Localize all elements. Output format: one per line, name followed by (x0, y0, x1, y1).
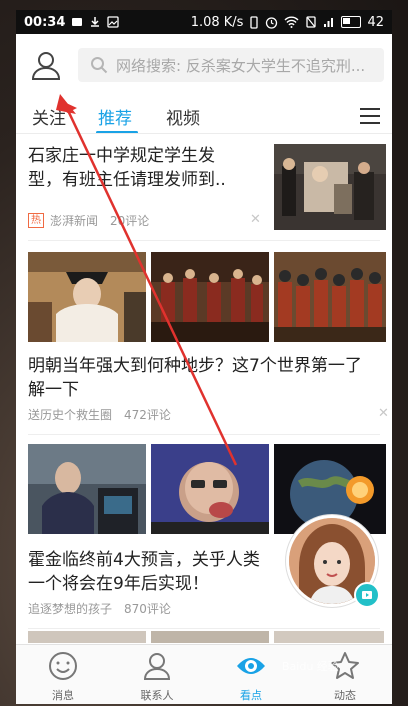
news-comments-2: 472评论 (124, 408, 171, 422)
nav-moments[interactable]: 动态 (298, 645, 392, 704)
search-placeholder: 网络搜索: 反杀案女大学生不追究刑... (116, 56, 366, 75)
feed-divider-1 (28, 240, 380, 241)
nav-contacts-label: 联系人 (140, 689, 174, 702)
nav-kandian-label: 看点 (240, 689, 262, 702)
news-title-1-line1: 石家庄一中学规定学生发 (28, 146, 215, 166)
news-thumbnail-1[interactable] (274, 144, 386, 230)
vibrate-icon (250, 15, 259, 29)
battery-icon (341, 16, 362, 28)
message-icon (72, 18, 83, 26)
hot-badge: 热 (28, 213, 44, 228)
search-icon (91, 57, 108, 74)
news-image-2a[interactable] (28, 252, 146, 342)
nav-messages-label: 消息 (52, 689, 74, 702)
hamburger-menu-icon[interactable] (360, 108, 380, 124)
tab-video[interactable]: 视频 (166, 104, 200, 129)
alarm-icon (266, 16, 278, 29)
status-bar: 00:34 1.08 K/s 42 (16, 10, 392, 34)
tab-recommend[interactable]: 推荐 (98, 104, 132, 129)
nav-messages[interactable]: 消息 (16, 645, 110, 704)
tab-follow[interactable]: 关注 (32, 104, 66, 129)
battery-level: 42 (367, 14, 384, 30)
search-input[interactable]: 网络搜索: 反杀案女大学生不追究刑... (78, 48, 384, 82)
download-icon (91, 17, 100, 27)
baidu-watermark: Baidu 经验 (282, 660, 339, 673)
wifi-icon (284, 16, 299, 28)
phone-screen: 00:34 1.08 K/s 42 网络搜索: 反杀案女大学生不追究刑... 关… (16, 10, 392, 704)
nav-kandian[interactable]: 看点 (204, 645, 298, 704)
bottom-navigation: 消息 联系人 看点 动态 (16, 644, 392, 704)
no-sim-icon (306, 16, 317, 28)
news-comments-1: 20评论 (110, 214, 150, 228)
news-image-2b[interactable] (151, 252, 269, 342)
news-image-3b[interactable] (151, 444, 269, 534)
news-title-2-line2: 解一下 (28, 380, 79, 400)
news-source-3[interactable]: 追逐梦想的孩子 (28, 600, 112, 617)
nav-moments-label: 动态 (334, 689, 356, 702)
feed-tabs: 关注 推荐 视频 (16, 100, 392, 134)
user-avatar-icon[interactable] (30, 49, 62, 81)
dismiss-icon-2[interactable]: ✕ (378, 406, 389, 421)
person-icon (143, 653, 171, 680)
news-image-3a[interactable] (28, 444, 146, 534)
feed-divider-2 (28, 434, 380, 435)
news-title-1[interactable]: 石家庄一中学规定学生发 型，有班主任请理发师到.. (28, 144, 268, 192)
news-meta-1: 热 澎湃新闻 20评论 (28, 212, 149, 229)
next-item-preview (28, 631, 384, 643)
news-image-2c[interactable] (274, 252, 386, 342)
status-time: 00:34 (24, 14, 66, 30)
news-title-1-line2: 型，有班主任请理发师到.. (28, 170, 226, 190)
news-comments-3: 870评论 (124, 602, 171, 616)
tab-divider (16, 133, 392, 134)
play-badge-icon (354, 582, 380, 608)
signal-icon (324, 18, 334, 27)
news-title-2-line1: 明朝当年强大到何种地步？这7个世界第一了 (28, 356, 362, 376)
news-source-2[interactable]: 送历史个救生圈 (28, 406, 112, 423)
top-header: 网络搜索: 反杀案女大学生不追究刑... (16, 34, 392, 100)
image-notification-icon (107, 16, 120, 28)
dismiss-icon-1[interactable]: ✕ (250, 212, 261, 227)
news-title-2[interactable]: 明朝当年强大到何种地步？这7个世界第一了 解一下 (28, 354, 384, 402)
nav-contacts[interactable]: 联系人 (110, 645, 204, 704)
news-meta-2: 送历史个救生圈 472评论 (28, 406, 171, 423)
network-speed: 1.08 K/s (190, 14, 244, 30)
feed-divider-3 (28, 628, 380, 629)
news-meta-3: 追逐梦想的孩子 870评论 (28, 600, 171, 617)
news-source-1[interactable]: 澎湃新闻 (50, 212, 98, 229)
smile-icon (49, 652, 77, 680)
eye-icon (237, 658, 265, 674)
